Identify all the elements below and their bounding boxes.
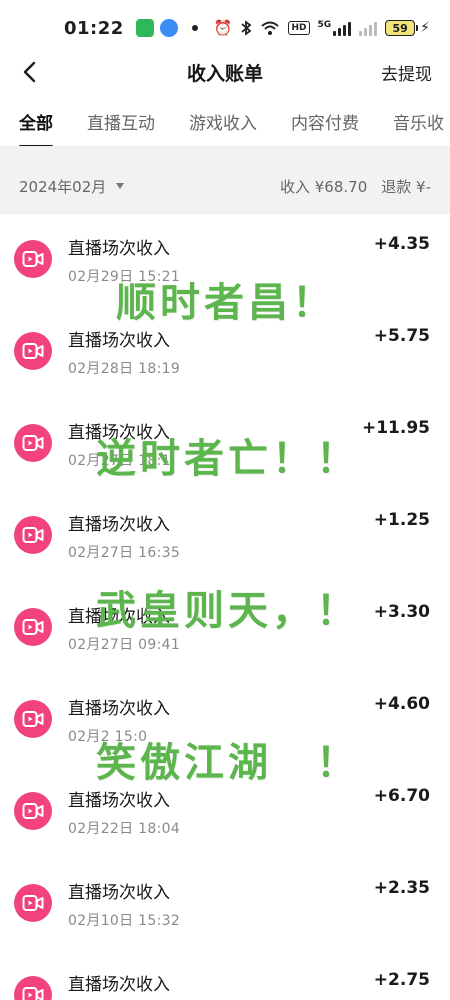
status-indicators: ⏰ HD 5G 59 ⚡ xyxy=(214,19,430,37)
live-video-icon xyxy=(14,332,52,370)
status-bar: 01:22 ⏰ HD 5G 59 ⚡ xyxy=(0,0,450,56)
battery-level: 59 xyxy=(385,20,416,36)
month-label: 2024年02月 xyxy=(19,177,107,196)
transaction-title: 直播场次收入 xyxy=(68,975,170,995)
transaction-row[interactable]: 直播场次收入 02月27日 09:41 +3.30 xyxy=(0,582,450,674)
live-video-icon xyxy=(14,424,52,462)
transaction-title: 直播场次收入 xyxy=(68,423,170,443)
transaction-row[interactable]: 直播场次收入 02月10日 15:32 +2.35 xyxy=(0,858,450,950)
live-video-icon xyxy=(14,976,52,1000)
month-income: 收入 ¥68.70 xyxy=(280,177,368,196)
transaction-amount: +2.75 xyxy=(373,970,430,990)
transaction-amount: +11.95 xyxy=(361,418,430,438)
transaction-row[interactable]: 直播场次收入 02月27日 18:1 +11.95 xyxy=(0,398,450,490)
alarm-icon: ⏰ xyxy=(213,19,233,37)
transaction-time: 02月2 15:0 xyxy=(68,729,148,745)
transaction-title: 直播场次收入 xyxy=(68,699,170,719)
status-time: 01:22 xyxy=(64,17,124,39)
month-summary: 收入 ¥68.70 退款 ¥- xyxy=(280,176,431,197)
month-picker[interactable]: 2024年02月 xyxy=(19,176,125,197)
live-video-icon xyxy=(14,884,52,922)
transaction-row[interactable]: 直播场次收入 +2.75 xyxy=(0,950,450,1000)
transaction-row[interactable]: 直播场次收入 02月2 15:0 +4.60 xyxy=(0,674,450,766)
transaction-time: 02月27日 09:41 xyxy=(68,637,181,653)
transaction-row[interactable]: 直播场次收入 02月27日 16:35 +1.25 xyxy=(0,490,450,582)
status-app-icons xyxy=(135,19,198,37)
green-app-icon xyxy=(135,19,154,37)
live-video-icon xyxy=(14,700,52,738)
withdraw-button[interactable]: 去提现 xyxy=(381,60,432,85)
notification-dot-icon xyxy=(191,25,198,31)
bluetooth-icon xyxy=(240,20,252,36)
tab-music-income[interactable]: 音乐收 xyxy=(393,104,444,148)
caret-down-icon xyxy=(116,183,125,189)
live-video-icon xyxy=(14,516,52,554)
transaction-time: 02月22日 18:04 xyxy=(68,821,181,837)
transaction-time: 02月10日 15:32 xyxy=(68,913,181,929)
battery-icon: 59 ⚡ xyxy=(385,20,430,36)
transaction-title: 直播场次收入 xyxy=(68,791,170,811)
category-tabs: 全部 直播互动 游戏收入 内容付费 音乐收 xyxy=(0,104,450,148)
wifi-icon xyxy=(260,20,280,36)
nav-header: 收入账单 去提现 xyxy=(0,50,450,94)
tab-all[interactable]: 全部 xyxy=(19,104,53,148)
transaction-amount: +6.70 xyxy=(373,786,430,806)
network-label: 5G xyxy=(317,20,332,30)
signal-secondary-icon xyxy=(359,20,378,36)
transaction-time: 02月28日 18:19 xyxy=(68,361,181,377)
tab-paid-content[interactable]: 内容付费 xyxy=(291,104,359,148)
transaction-title: 直播场次收入 xyxy=(68,331,170,351)
live-video-icon xyxy=(14,608,52,646)
transaction-title: 直播场次收入 xyxy=(68,515,170,535)
month-refund: 退款 ¥- xyxy=(381,177,431,196)
transaction-time: 02月27日 16:35 xyxy=(68,545,181,561)
live-video-icon xyxy=(14,240,52,278)
transaction-amount: +1.25 xyxy=(373,510,430,530)
transaction-title: 直播场次收入 xyxy=(68,607,170,627)
transaction-amount: +3.30 xyxy=(373,602,430,622)
transaction-amount: +5.75 xyxy=(373,326,430,346)
transaction-row[interactable]: 直播场次收入 02月22日 18:04 +6.70 xyxy=(0,766,450,858)
transaction-title: 直播场次收入 xyxy=(68,883,170,903)
transaction-row[interactable]: 直播场次收入 02月29日 15:21 +4.35 xyxy=(0,214,450,306)
transaction-list: 直播场次收入 02月29日 15:21 +4.35 直播场次收入 02月28日 … xyxy=(0,214,450,1000)
transaction-time: 02月29日 15:21 xyxy=(68,269,181,285)
transaction-amount: +2.35 xyxy=(373,878,430,898)
scroll-remnant xyxy=(0,146,450,158)
charging-icon: ⚡ xyxy=(420,20,430,36)
transaction-row[interactable]: 直播场次收入 02月28日 18:19 +5.75 xyxy=(0,306,450,398)
live-video-icon xyxy=(14,792,52,830)
hd-icon: HD xyxy=(288,21,310,35)
tab-live-interaction[interactable]: 直播互动 xyxy=(87,104,155,148)
transaction-amount: +4.35 xyxy=(373,234,430,254)
tab-game-income[interactable]: 游戏收入 xyxy=(189,104,257,148)
transaction-title: 直播场次收入 xyxy=(68,239,170,259)
month-header: 2024年02月 收入 ¥68.70 退款 ¥- xyxy=(0,158,450,214)
transaction-amount: +4.60 xyxy=(373,694,430,714)
blue-app-icon xyxy=(159,19,178,37)
signal-icon: 5G xyxy=(318,20,352,36)
transaction-time: 02月27日 18:1 xyxy=(68,453,171,469)
